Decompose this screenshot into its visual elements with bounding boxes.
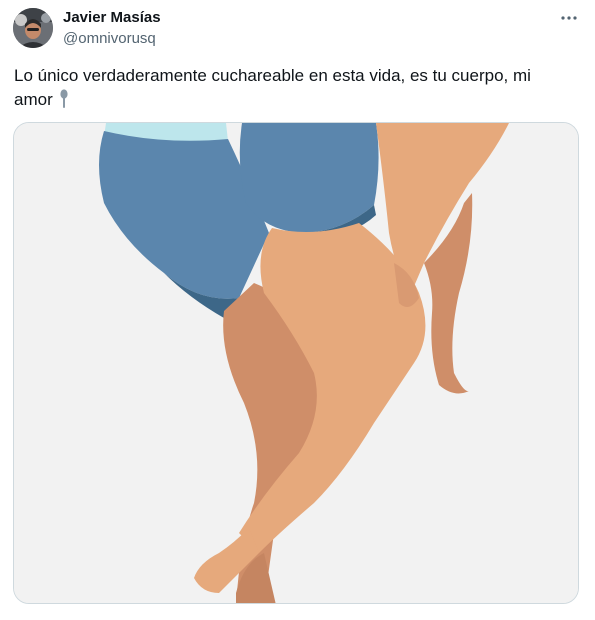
tweet-card: Javier Masías @omnivorusq Lo único verda… bbox=[0, 0, 595, 620]
avatar-image bbox=[13, 8, 53, 48]
tweet-body: Lo único verdaderamente cuchareable en e… bbox=[14, 64, 554, 112]
illustration-legs bbox=[14, 123, 578, 603]
tweet-image[interactable] bbox=[13, 122, 579, 604]
tweet-text: Lo único verdaderamente cuchareable en e… bbox=[14, 66, 531, 109]
avatar[interactable] bbox=[13, 8, 53, 48]
more-options-icon[interactable] bbox=[558, 8, 580, 28]
author-handle[interactable]: @omnivorusq bbox=[63, 30, 156, 47]
author-name[interactable]: Javier Masías bbox=[63, 9, 161, 26]
spoon-icon bbox=[59, 89, 69, 109]
